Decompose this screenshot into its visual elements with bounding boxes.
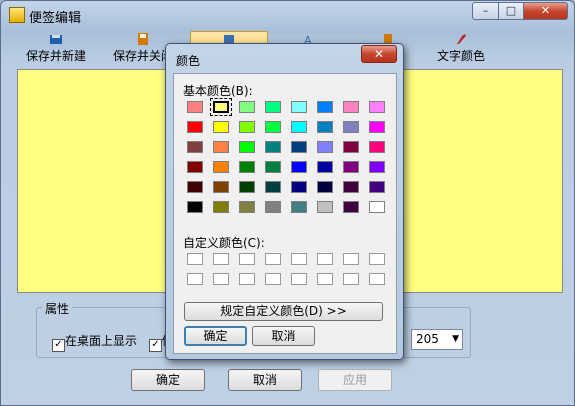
basic-color-swatch[interactable] — [265, 141, 281, 153]
custom-color-swatch[interactable] — [187, 253, 203, 265]
basic-color-swatch[interactable] — [317, 181, 333, 193]
custom-color-swatch[interactable] — [187, 273, 203, 285]
basic-color-swatch[interactable] — [291, 101, 307, 113]
basic-color-swatch[interactable] — [213, 201, 229, 213]
color-cancel-button[interactable]: 取消 — [252, 326, 315, 346]
show-on-desktop-checkbox[interactable]: ✓ — [52, 339, 65, 352]
basic-color-swatch[interactable] — [343, 161, 359, 173]
custom-color-swatch[interactable] — [317, 253, 333, 265]
basic-color-swatch[interactable] — [213, 141, 229, 153]
toolbar-label: 保存并新建 — [25, 49, 86, 63]
basic-color-swatch[interactable] — [369, 201, 385, 213]
basic-color-swatch[interactable] — [317, 101, 333, 113]
basic-color-swatch[interactable] — [317, 141, 333, 153]
color-dialog-close-button[interactable]: ✕ — [361, 45, 397, 63]
basic-color-swatch[interactable] — [239, 141, 255, 153]
ok-button[interactable]: 确定 — [131, 369, 205, 391]
basic-color-swatch[interactable] — [239, 161, 255, 173]
toolbar-label: 保存并关闭 — [112, 49, 173, 63]
color-dialog: 颜色 ✕ 基本颜色(B): 自定义颜色(C): 规定自定义颜色(D) >> 确定… — [165, 43, 404, 360]
save-and-new-button[interactable]: 保存并新建 — [19, 31, 93, 67]
show-on-desktop-label: 在桌面上显示 — [65, 334, 138, 348]
properties-legend: 属性 — [42, 300, 73, 317]
text-color-icon — [457, 34, 466, 44]
basic-color-swatch[interactable] — [343, 201, 359, 213]
color-ok-button[interactable]: 确定 — [184, 326, 247, 346]
note-app-icon — [9, 7, 25, 23]
toolbar-label: 文字颜色 — [436, 49, 485, 63]
second-option-checkbox[interactable]: ✓ — [149, 339, 162, 352]
basic-color-swatch[interactable] — [369, 101, 385, 113]
basic-color-swatch[interactable] — [343, 181, 359, 193]
basic-color-swatch[interactable] — [187, 201, 203, 213]
custom-color-swatch[interactable] — [265, 273, 281, 285]
basic-color-swatch[interactable] — [369, 181, 385, 193]
window-title: 便签编辑 — [29, 11, 82, 26]
custom-color-swatch[interactable] — [265, 253, 281, 265]
close-button[interactable]: ✕ — [523, 2, 568, 20]
basic-color-swatch[interactable] — [291, 181, 307, 193]
basic-color-swatch[interactable] — [291, 141, 307, 153]
apply-button[interactable]: 应用 — [318, 369, 392, 391]
custom-color-swatch[interactable] — [239, 253, 255, 265]
basic-color-swatch[interactable] — [291, 161, 307, 173]
basic-colors-label: 基本颜色(B): — [183, 84, 253, 98]
basic-color-swatch[interactable] — [291, 201, 307, 213]
chevron-down-icon: ▼ — [452, 334, 459, 344]
title-bar[interactable]: 便签编辑 – □ ✕ — [1, 1, 574, 29]
color-dialog-body: 基本颜色(B): 自定义颜色(C): 规定自定义颜色(D) >> 确定 取消 — [173, 73, 397, 354]
basic-color-swatch[interactable] — [187, 141, 203, 153]
custom-color-swatch[interactable] — [317, 273, 333, 285]
basic-color-swatch[interactable] — [317, 161, 333, 173]
save-close-icon — [138, 33, 148, 45]
cancel-button[interactable]: 取消 — [228, 369, 302, 391]
opacity-select[interactable]: 205 ▼ — [411, 329, 463, 350]
define-custom-colors-button[interactable]: 规定自定义颜色(D) >> — [184, 302, 383, 321]
basic-color-swatch[interactable] — [265, 201, 281, 213]
opacity-value: 205 — [416, 332, 439, 346]
maximize-button[interactable]: □ — [498, 2, 524, 20]
basic-color-swatch[interactable] — [369, 141, 385, 153]
basic-color-swatch[interactable] — [187, 121, 203, 133]
basic-color-swatch[interactable] — [265, 181, 281, 193]
custom-color-swatch[interactable] — [291, 273, 307, 285]
basic-color-swatch[interactable] — [213, 181, 229, 193]
show-on-desktop-option[interactable]: ✓ 在桌面上显示 — [52, 332, 137, 352]
custom-color-swatch[interactable] — [343, 273, 359, 285]
basic-color-swatch[interactable] — [210, 98, 232, 116]
basic-color-swatch[interactable] — [343, 141, 359, 153]
basic-color-swatch[interactable] — [239, 201, 255, 213]
basic-color-swatch[interactable] — [343, 121, 359, 133]
basic-color-swatch[interactable] — [265, 101, 281, 113]
basic-color-swatch[interactable] — [239, 101, 255, 113]
basic-color-swatch[interactable] — [317, 201, 333, 213]
minimize-button[interactable]: – — [472, 2, 499, 20]
basic-color-swatch[interactable] — [239, 181, 255, 193]
color-dialog-title: 颜色 — [176, 54, 201, 68]
basic-color-swatch[interactable] — [265, 161, 281, 173]
custom-colors-label: 自定义颜色(C): — [183, 236, 265, 250]
basic-color-swatch[interactable] — [291, 121, 307, 133]
basic-color-swatch[interactable] — [187, 161, 203, 173]
custom-color-swatch[interactable] — [369, 253, 385, 265]
basic-color-swatch[interactable] — [213, 121, 229, 133]
custom-color-swatch[interactable] — [343, 253, 359, 265]
basic-color-swatch[interactable] — [317, 121, 333, 133]
basic-color-swatch[interactable] — [239, 121, 255, 133]
text-color-button[interactable]: 文字颜色 — [428, 31, 494, 67]
custom-color-swatch[interactable] — [239, 273, 255, 285]
basic-color-swatch[interactable] — [343, 101, 359, 113]
save-new-icon — [50, 35, 62, 44]
custom-color-swatch[interactable] — [213, 273, 229, 285]
basic-color-swatch[interactable] — [187, 101, 203, 113]
basic-color-swatch[interactable] — [369, 161, 385, 173]
basic-color-swatch[interactable] — [213, 161, 229, 173]
basic-color-swatch[interactable] — [369, 121, 385, 133]
custom-color-swatch[interactable] — [213, 253, 229, 265]
basic-color-swatch[interactable] — [187, 181, 203, 193]
custom-color-swatch[interactable] — [291, 253, 307, 265]
basic-color-swatch[interactable] — [265, 121, 281, 133]
custom-color-swatch[interactable] — [369, 273, 385, 285]
